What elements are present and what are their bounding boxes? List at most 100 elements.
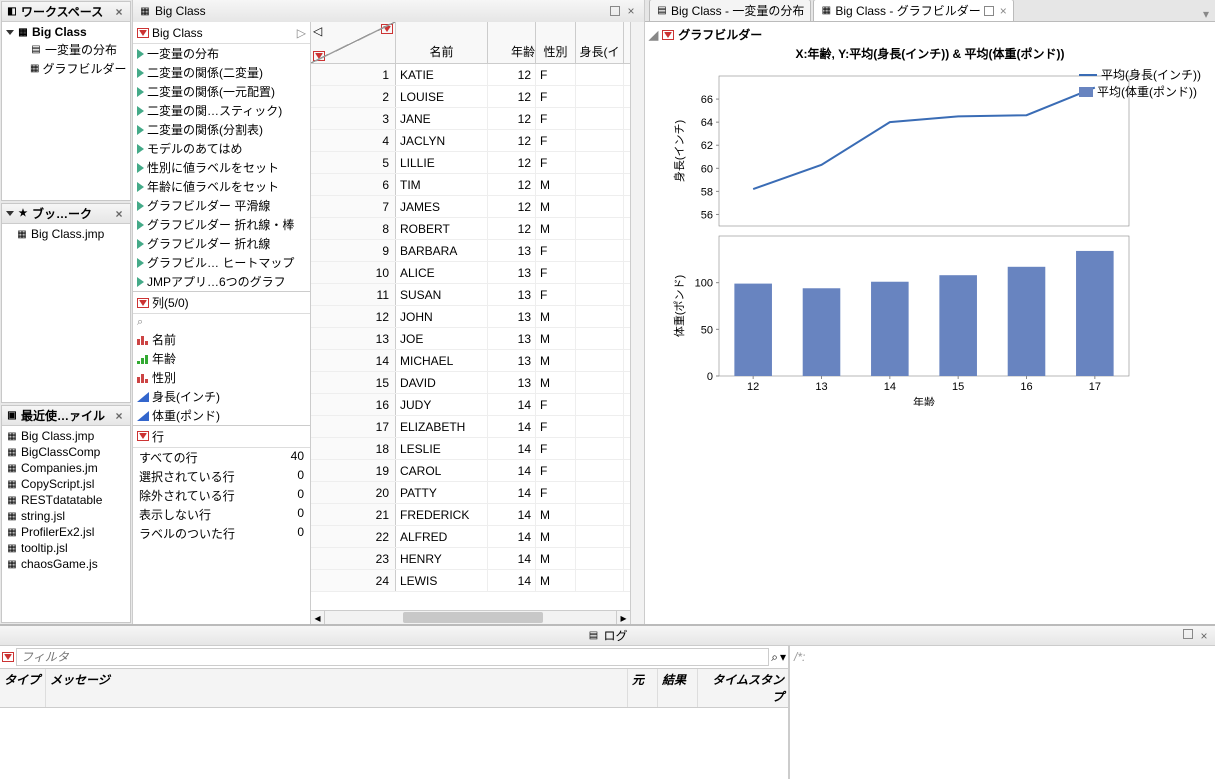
script-item[interactable]: 二変量の関…スティック) xyxy=(133,101,310,120)
row-number[interactable]: 9 xyxy=(311,240,396,261)
cell-name[interactable]: LILLIE xyxy=(396,152,488,173)
hotspot-icon[interactable] xyxy=(662,30,674,40)
cell-sex[interactable]: F xyxy=(536,438,576,459)
row-number[interactable]: 24 xyxy=(311,570,396,591)
row-number[interactable]: 22 xyxy=(311,526,396,547)
log-script-pane[interactable]: /*: xyxy=(790,646,1215,779)
cell-height[interactable] xyxy=(576,438,624,459)
cell-sex[interactable]: M xyxy=(536,570,576,591)
row-number[interactable]: 15 xyxy=(311,372,396,393)
row-number[interactable]: 14 xyxy=(311,350,396,371)
table-row[interactable]: 15DAVID13M xyxy=(311,372,630,394)
hotspot-icon[interactable] xyxy=(381,24,393,34)
row-number[interactable]: 7 xyxy=(311,196,396,217)
workspace-child[interactable]: ▦ グラフビルダー xyxy=(2,59,130,78)
run-icon[interactable] xyxy=(137,182,144,192)
cell-age[interactable]: 13 xyxy=(488,284,536,305)
cell-sex[interactable]: M xyxy=(536,196,576,217)
cell-height[interactable] xyxy=(576,416,624,437)
cell-height[interactable] xyxy=(576,372,624,393)
table-row[interactable]: 20PATTY14F xyxy=(311,482,630,504)
cell-name[interactable]: LOUISE xyxy=(396,86,488,107)
row-number[interactable]: 2 xyxy=(311,86,396,107)
table-row[interactable]: 7JAMES12M xyxy=(311,196,630,218)
recent-file-item[interactable]: ▦Companies.jm xyxy=(2,460,130,476)
script-item[interactable]: 一変量の分布 xyxy=(133,44,310,63)
data-table-body[interactable]: 1KATIE12F2LOUISE12F3JANE12F4JACLYN12F5LI… xyxy=(311,64,630,610)
row-number[interactable]: 10 xyxy=(311,262,396,283)
cell-height[interactable] xyxy=(576,108,624,129)
cell-sex[interactable]: M xyxy=(536,548,576,569)
table-row[interactable]: 16JUDY14F xyxy=(311,394,630,416)
run-icon[interactable] xyxy=(137,125,144,135)
row-number[interactable]: 20 xyxy=(311,482,396,503)
column-search-input[interactable] xyxy=(133,316,310,330)
cell-height[interactable] xyxy=(576,526,624,547)
log-col-timestamp[interactable]: タイムスタンプ xyxy=(698,669,788,707)
cell-sex[interactable]: M xyxy=(536,174,576,195)
hotspot-icon[interactable] xyxy=(313,51,325,61)
scrollbar-thumb[interactable] xyxy=(403,612,543,623)
cell-name[interactable]: TIM xyxy=(396,174,488,195)
cell-name[interactable]: LESLIE xyxy=(396,438,488,459)
script-item[interactable]: 年齢に値ラベルをセット xyxy=(133,177,310,196)
cell-name[interactable]: DAVID xyxy=(396,372,488,393)
row-number[interactable]: 13 xyxy=(311,328,396,349)
log-col-result[interactable]: 結果 xyxy=(658,669,698,707)
cell-height[interactable] xyxy=(576,240,624,261)
log-filter-input[interactable] xyxy=(16,648,769,666)
cell-height[interactable] xyxy=(576,570,624,591)
log-close-icon[interactable]: × xyxy=(1197,629,1211,643)
cell-age[interactable]: 14 xyxy=(488,438,536,459)
cell-sex[interactable]: F xyxy=(536,86,576,107)
table-row[interactable]: 24LEWIS14M xyxy=(311,570,630,592)
cell-name[interactable]: JACLYN xyxy=(396,130,488,151)
col-header-age[interactable]: 年齢 xyxy=(488,22,536,63)
log-col-type[interactable]: タイプ xyxy=(0,669,46,707)
cell-height[interactable] xyxy=(576,328,624,349)
column-item[interactable]: 名前 xyxy=(133,330,310,349)
row-stat[interactable]: 選択されている行0 xyxy=(133,467,310,486)
row-stat[interactable]: 除外されている行0 xyxy=(133,486,310,505)
cell-age[interactable]: 13 xyxy=(488,306,536,327)
recent-file-item[interactable]: ▦BigClassComp xyxy=(2,444,130,460)
vertical-scrollbar[interactable] xyxy=(630,22,644,624)
cell-name[interactable]: JANE xyxy=(396,108,488,129)
cell-sex[interactable]: M xyxy=(536,328,576,349)
cell-age[interactable]: 13 xyxy=(488,350,536,371)
tab-distribution[interactable]: ▤ Big Class - 一変量の分布 xyxy=(649,0,811,21)
run-icon[interactable] xyxy=(137,49,144,59)
table-row[interactable]: 12JOHN13M xyxy=(311,306,630,328)
hotspot-icon[interactable] xyxy=(2,652,14,662)
maximize-icon[interactable] xyxy=(984,6,994,16)
run-icon[interactable] xyxy=(137,144,144,154)
row-number[interactable]: 23 xyxy=(311,548,396,569)
recent-file-item[interactable]: ▦tooltip.jsl xyxy=(2,540,130,556)
column-item[interactable]: 年齢 xyxy=(133,349,310,368)
cell-name[interactable]: BARBARA xyxy=(396,240,488,261)
table-row[interactable]: 14MICHAEL13M xyxy=(311,350,630,372)
cell-sex[interactable]: M xyxy=(536,526,576,547)
cell-age[interactable]: 14 xyxy=(488,482,536,503)
recent-file-item[interactable]: ▦chaosGame.js xyxy=(2,556,130,572)
recent-file-item[interactable]: ▦CopyScript.jsl xyxy=(2,476,130,492)
hotspot-icon[interactable] xyxy=(137,28,149,38)
row-number[interactable]: 16 xyxy=(311,394,396,415)
cell-sex[interactable]: F xyxy=(536,482,576,503)
cell-name[interactable]: JUDY xyxy=(396,394,488,415)
cell-height[interactable] xyxy=(576,196,624,217)
nav-arrow-icon[interactable]: ▷ xyxy=(297,26,306,40)
tab-menu-icon[interactable]: ▾ xyxy=(1197,7,1215,21)
cell-sex[interactable]: M xyxy=(536,350,576,371)
recent-close-icon[interactable]: × xyxy=(112,409,126,423)
cell-sex[interactable]: F xyxy=(536,240,576,261)
table-row[interactable]: 2LOUISE12F xyxy=(311,86,630,108)
run-icon[interactable] xyxy=(137,239,144,249)
cell-height[interactable] xyxy=(576,174,624,195)
disclosure-icon[interactable] xyxy=(6,211,14,216)
column-item[interactable]: 身長(インチ) xyxy=(133,387,310,406)
table-row[interactable]: 22ALFRED14M xyxy=(311,526,630,548)
recent-file-item[interactable]: ▦RESTdatatable xyxy=(2,492,130,508)
cell-sex[interactable]: F xyxy=(536,284,576,305)
cell-name[interactable]: JAMES xyxy=(396,196,488,217)
